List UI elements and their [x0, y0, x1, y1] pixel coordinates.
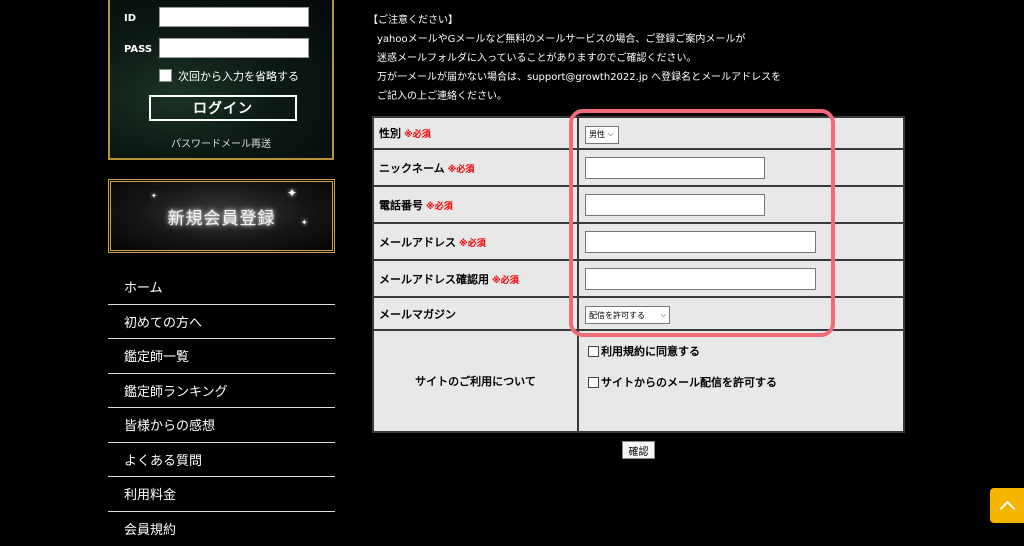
nav-item-faq[interactable]: よくある質問 — [108, 443, 335, 478]
registration-form: 性別※必須 男性⌵ ニックネーム※必須 電話番号※必須 メールアドレス※必須 メ… — [372, 116, 905, 433]
remember-label: 次回から入力を省略する — [178, 68, 299, 84]
sidebar-nav: ホーム 初めての方へ 鑑定師一覧 鑑定師ランキング 皆様からの感想 よくある質問… — [108, 270, 335, 546]
nav-item-terms[interactable]: 会員規約 — [108, 512, 335, 546]
id-input[interactable] — [159, 7, 309, 27]
required-mark: ※必須 — [459, 239, 486, 249]
magazine-label: メールマガジン — [373, 297, 578, 330]
notice-heading: 【ご注意ください】 — [368, 11, 781, 30]
chevron-down-icon: ⌵ — [661, 311, 666, 320]
nav-item-pricing[interactable]: 利用料金 — [108, 477, 335, 512]
nav-item-reviews[interactable]: 皆様からの感想 — [108, 408, 335, 443]
agree-terms-row[interactable]: 利用規約に同意する — [588, 343, 903, 359]
confirm-button[interactable]: 確認 — [622, 441, 655, 459]
notice-line: ご記入の上ご連絡ください。 — [368, 87, 781, 106]
agree-mail-row[interactable]: サイトからのメール配信を許可する — [588, 374, 903, 390]
remember-checkbox[interactable] — [159, 69, 172, 82]
notice-line: 万が一メールが届かない場合は、support@growth2022.jp へ登録… — [368, 68, 781, 87]
nav-item-home[interactable]: ホーム — [108, 270, 335, 305]
chevron-down-icon: ⌵ — [608, 130, 613, 139]
password-input[interactable] — [159, 38, 309, 58]
email-confirm-label: メールアドレス確認用※必須 — [373, 260, 578, 297]
required-mark: ※必須 — [448, 165, 475, 175]
phone-input[interactable] — [585, 194, 765, 216]
email-label: メールアドレス※必須 — [373, 223, 578, 260]
chevron-up-icon — [999, 500, 1015, 516]
phone-label: 電話番号※必須 — [373, 186, 578, 223]
notice-line: 迷惑メールフォルダに入っていることがありますのでご確認ください。 — [368, 49, 781, 68]
register-banner[interactable]: ✦ ✦ ✦ 新規会員登録 — [108, 179, 335, 253]
nav-item-advisor-ranking[interactable]: 鑑定師ランキング — [108, 374, 335, 409]
login-button[interactable]: ログイン — [149, 95, 297, 121]
gender-label: 性別※必須 — [373, 117, 578, 149]
sparkle-icon: ✦ — [287, 186, 297, 200]
email-input[interactable] — [585, 231, 816, 253]
pass-label: PASS — [124, 44, 152, 55]
nav-item-advisor-list[interactable]: 鑑定師一覧 — [108, 339, 335, 374]
password-resend-link[interactable]: パスワードメール再送 — [110, 135, 332, 150]
required-mark: ※必須 — [404, 130, 431, 140]
register-banner-title: 新規会員登録 — [168, 204, 276, 229]
gender-select[interactable]: 男性⌵ — [585, 126, 619, 144]
email-confirm-input[interactable] — [585, 268, 816, 290]
notice: 【ご注意ください】 yahooメールやGメールなど無料のメールサービスの場合、ご… — [368, 11, 781, 106]
nickname-label: ニックネーム※必須 — [373, 149, 578, 186]
required-mark: ※必須 — [492, 276, 519, 286]
nav-item-first-time[interactable]: 初めての方へ — [108, 305, 335, 340]
site-usage-label: サイトのご利用について — [373, 330, 578, 432]
notice-line: yahooメールやGメールなど無料のメールサービスの場合、ご登録ご案内メールが — [368, 30, 781, 49]
magazine-select[interactable]: 配信を許可する⌵ — [585, 306, 670, 324]
required-mark: ※必須 — [426, 202, 453, 212]
agree-mail-checkbox[interactable] — [588, 377, 599, 388]
login-box: ID PASS 次回から入力を省略する ログイン パスワードメール再送 — [108, 0, 334, 160]
nickname-input[interactable] — [585, 157, 765, 179]
agree-terms-checkbox[interactable] — [588, 346, 599, 357]
id-label: ID — [124, 13, 136, 24]
scroll-to-top-button[interactable] — [990, 488, 1024, 523]
sparkle-icon: ✦ — [151, 192, 157, 200]
sparkle-icon: ✦ — [301, 218, 308, 227]
